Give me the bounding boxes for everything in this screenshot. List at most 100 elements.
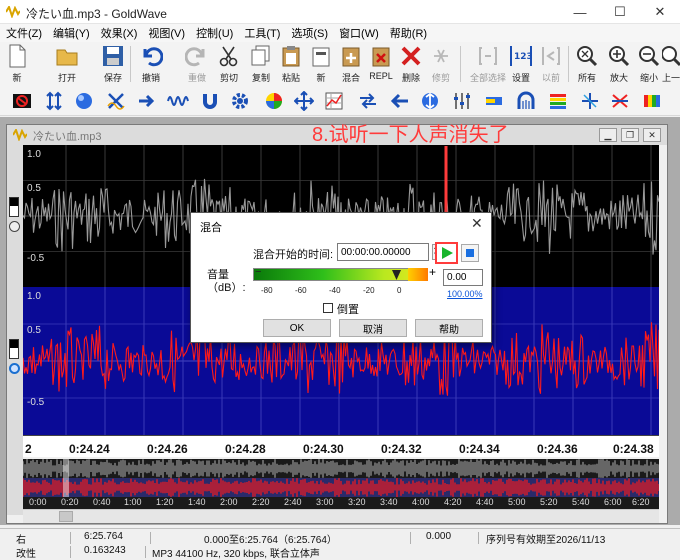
left-channel-radio[interactable] [9,221,20,232]
toolbar-zoom-in-button[interactable]: 放大 [606,42,632,86]
ok-button[interactable]: OK [263,319,331,337]
menu-window[interactable]: 窗口(W) [339,25,379,41]
menu-options[interactable]: 选项(S) [291,25,328,41]
menu-file[interactable]: 文件(Z) [6,25,42,41]
menu-edit[interactable]: 编辑(Y) [53,25,90,41]
toolbar-paste-new-button[interactable]: 新 [308,42,334,86]
toolbar-open-button[interactable]: 打开 [54,42,80,86]
menu-bar: 文件(Z) 编辑(Y) 效果(X) 视图(V) 控制(U) 工具(T) 选项(S… [0,24,680,42]
toolbar-select-all-button[interactable]: 全部选择 [470,42,506,86]
window-title: 冷たい血.mp3 - GoldWave [26,7,167,21]
y-label-top-3: -0.5 [27,253,45,264]
horizontal-scrollbar[interactable] [23,509,659,523]
toolbar-set-button[interactable]: 123 设置 [508,42,534,86]
timeline-ruler[interactable]: 2 0:24.24 0:24.26 0:24.28 0:24.30 0:24.3… [23,435,659,457]
toolbar-undo-button[interactable]: 撤销 [138,42,164,86]
double-arrow-icon[interactable] [356,90,380,112]
volume-bar-icon[interactable] [482,90,506,112]
arch-gate-icon[interactable] [514,90,538,112]
status-license: 序列号有效期至2026/11/13 [486,535,606,546]
doc-close-button[interactable]: ✕ [643,128,661,142]
color-bars-icon[interactable] [640,90,664,112]
toolbar-save-button[interactable]: 保存 [100,42,126,86]
cross-arrows-icon[interactable] [608,90,632,112]
toolbar-cut-button[interactable]: 剪切 [216,42,242,86]
no-entry-icon[interactable] [10,90,34,112]
blue-ball-icon[interactable] [72,90,96,112]
doc-minimize-button[interactable]: ▁ [599,128,617,142]
sliders-icon[interactable] [450,90,474,112]
toolbar-previous-button[interactable]: 以前 [538,42,564,86]
toolbar-delete-button[interactable]: 删除 [398,42,424,86]
menu-help[interactable]: 帮助(R) [390,25,427,41]
cancel-button[interactable]: 取消 [339,319,407,337]
volume-slider-thumb[interactable] [392,270,401,280]
menu-effect[interactable]: 效果(X) [101,25,138,41]
toolbar-zoom-all-button[interactable]: 所有 [574,42,600,86]
scrollbar-thumb[interactable] [59,511,73,522]
volume-tick: -20 [363,286,375,295]
toolbar-replace-button[interactable]: REPL [368,42,394,86]
volume-slider-track[interactable]: − [253,266,428,281]
preview-play-button[interactable] [435,242,458,264]
menu-view[interactable]: 视图(V) [148,25,185,41]
gear-icon[interactable] [228,90,252,112]
menu-control[interactable]: 控制(U) [196,25,233,41]
palette-icon[interactable] [262,90,286,112]
equalizer-grid-icon[interactable] [322,90,346,112]
updown-circle-icon[interactable] [418,90,442,112]
overview-label: 4:40 [476,497,494,507]
toolbar-copy-button[interactable]: 复制 [248,42,274,86]
spectrum-icon[interactable] [546,90,570,112]
goldwave-logo-icon [13,129,27,141]
help-button[interactable]: 帮助 [415,319,483,337]
magnet-icon[interactable] [198,90,222,112]
toolbar-trim-button[interactable]: 修剪 [428,42,454,86]
vertical-arrows-icon[interactable] [42,90,66,112]
trim-icon [428,42,454,70]
overview-label: 5:40 [572,497,590,507]
goldwave-logo-icon [6,6,20,18]
pitch-icon[interactable] [578,90,602,112]
timeline-label: 0:24.24 [69,442,110,456]
volume-plus-button[interactable]: + [429,265,436,279]
toolbar-separator [130,46,131,82]
preview-stop-button[interactable] [461,244,479,262]
reverse-checkbox[interactable] [323,303,333,313]
compress-arrow-icon[interactable] [134,90,158,112]
right-channel-toggle[interactable] [9,339,19,359]
status-length: 6:25.764 [84,531,123,542]
dialog-title: 混合 [200,222,222,234]
overview-label: 5:00 [508,497,526,507]
close-button[interactable]: ✕ [640,0,680,24]
menu-tools[interactable]: 工具(T) [244,25,280,41]
overview-label: 6:20 [632,497,650,507]
reverse-label: 倒置 [337,304,359,316]
mix-start-time-input[interactable] [337,243,429,261]
toolbar-paste-button[interactable]: 粘贴 [278,42,304,86]
minimize-button[interactable]: — [560,0,600,24]
volume-value-input[interactable] [443,269,483,286]
status-position: 0.000 [426,531,452,542]
left-channel-toggle[interactable] [9,197,19,217]
toolbar-redo-button[interactable]: 重做 [184,42,210,86]
left-arrow-icon[interactable] [388,90,412,112]
mix-start-time-label: 混合开始的时间: [253,249,334,261]
cross-wave-icon[interactable] [104,90,128,112]
toolbar-zoom-out-button[interactable]: 缩小 [636,42,662,86]
expand-arrows-icon[interactable] [292,90,316,112]
timeline-label: 0:24.34 [459,442,500,456]
waveform-icon[interactable] [166,90,190,112]
timeline-label: 0:24.30 [303,442,344,456]
right-channel-radio[interactable] [9,363,20,374]
volume-percent-link[interactable]: 100.00% [447,289,483,299]
status-channel: 右 [16,535,26,546]
timeline-start-label: 2 [25,442,32,456]
maximize-button[interactable]: ☐ [600,0,640,24]
toolbar-zoom-previous-button[interactable]: 上一 [662,42,680,86]
set-marker-icon: 123 [508,42,534,70]
toolbar-new-button[interactable]: 新 [4,42,30,86]
doc-restore-button[interactable]: ❐ [621,128,639,142]
toolbar-mix-button[interactable]: 混合 [338,42,364,86]
dialog-close-button[interactable]: ✕ [471,215,483,232]
